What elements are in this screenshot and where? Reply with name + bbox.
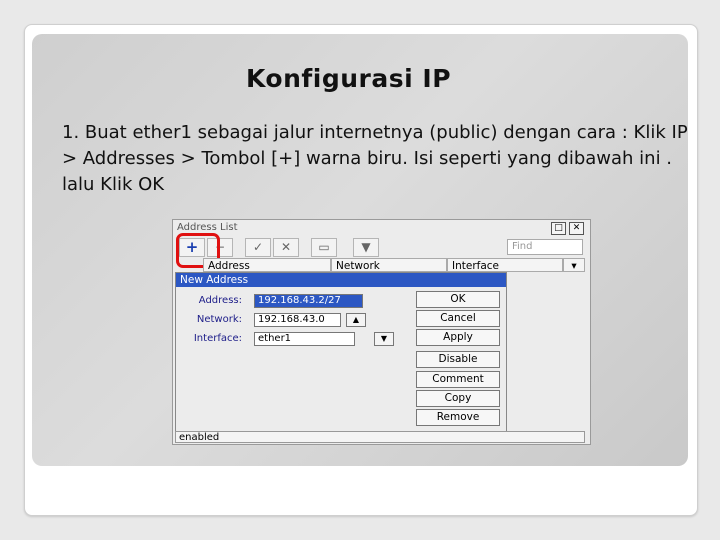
toolbar: + − ✓ ✕ ▭ ▼ Find bbox=[175, 237, 587, 257]
window-title: Address List bbox=[177, 222, 238, 233]
check-icon[interactable]: ✓ bbox=[245, 238, 271, 257]
network-field[interactable]: 192.168.43.0 bbox=[254, 313, 341, 327]
interface-dropdown-icon[interactable]: ▼ bbox=[374, 332, 394, 346]
remove-button[interactable]: Remove bbox=[416, 409, 500, 426]
cross-icon[interactable]: ✕ bbox=[273, 238, 299, 257]
column-menu-icon[interactable]: ▾ bbox=[563, 258, 585, 272]
dialog-title: New Address bbox=[176, 273, 506, 287]
close-button[interactable]: ✕ bbox=[569, 222, 584, 235]
filter-icon[interactable]: ▼ bbox=[353, 238, 379, 257]
interface-select[interactable]: ether1 bbox=[254, 332, 355, 346]
instruction-text: 1. Buat ether1 sebagai jalur internetnya… bbox=[62, 122, 688, 195]
comment-icon[interactable]: ▭ bbox=[311, 238, 337, 257]
ok-button[interactable]: OK bbox=[416, 291, 500, 308]
find-input[interactable]: Find bbox=[507, 239, 583, 255]
address-label: Address: bbox=[198, 295, 242, 306]
network-toggle-icon[interactable]: ▲ bbox=[346, 313, 366, 327]
apply-button[interactable]: Apply bbox=[416, 329, 500, 346]
disable-button[interactable]: Disable bbox=[416, 351, 500, 368]
slide-title: Konfigurasi IP bbox=[246, 64, 452, 93]
column-network[interactable]: Network bbox=[331, 258, 447, 272]
maximize-button[interactable]: □ bbox=[551, 222, 566, 235]
comment-button[interactable]: Comment bbox=[416, 371, 500, 388]
interface-label: Interface: bbox=[193, 333, 242, 344]
new-address-dialog: New Address Address: 192.168.43.2/27 Net… bbox=[175, 272, 507, 434]
cancel-button[interactable]: Cancel bbox=[416, 310, 500, 327]
column-address[interactable]: Address bbox=[203, 258, 331, 272]
copy-button[interactable]: Copy bbox=[416, 390, 500, 407]
address-list-window: Address List □ ✕ + − ✓ ✕ ▭ ▼ Find Addres… bbox=[172, 219, 591, 445]
address-field[interactable]: 192.168.43.2/27 bbox=[254, 294, 363, 308]
network-label: Network: bbox=[196, 314, 242, 325]
status-bar: enabled bbox=[175, 431, 585, 443]
column-interface[interactable]: Interface bbox=[447, 258, 563, 272]
